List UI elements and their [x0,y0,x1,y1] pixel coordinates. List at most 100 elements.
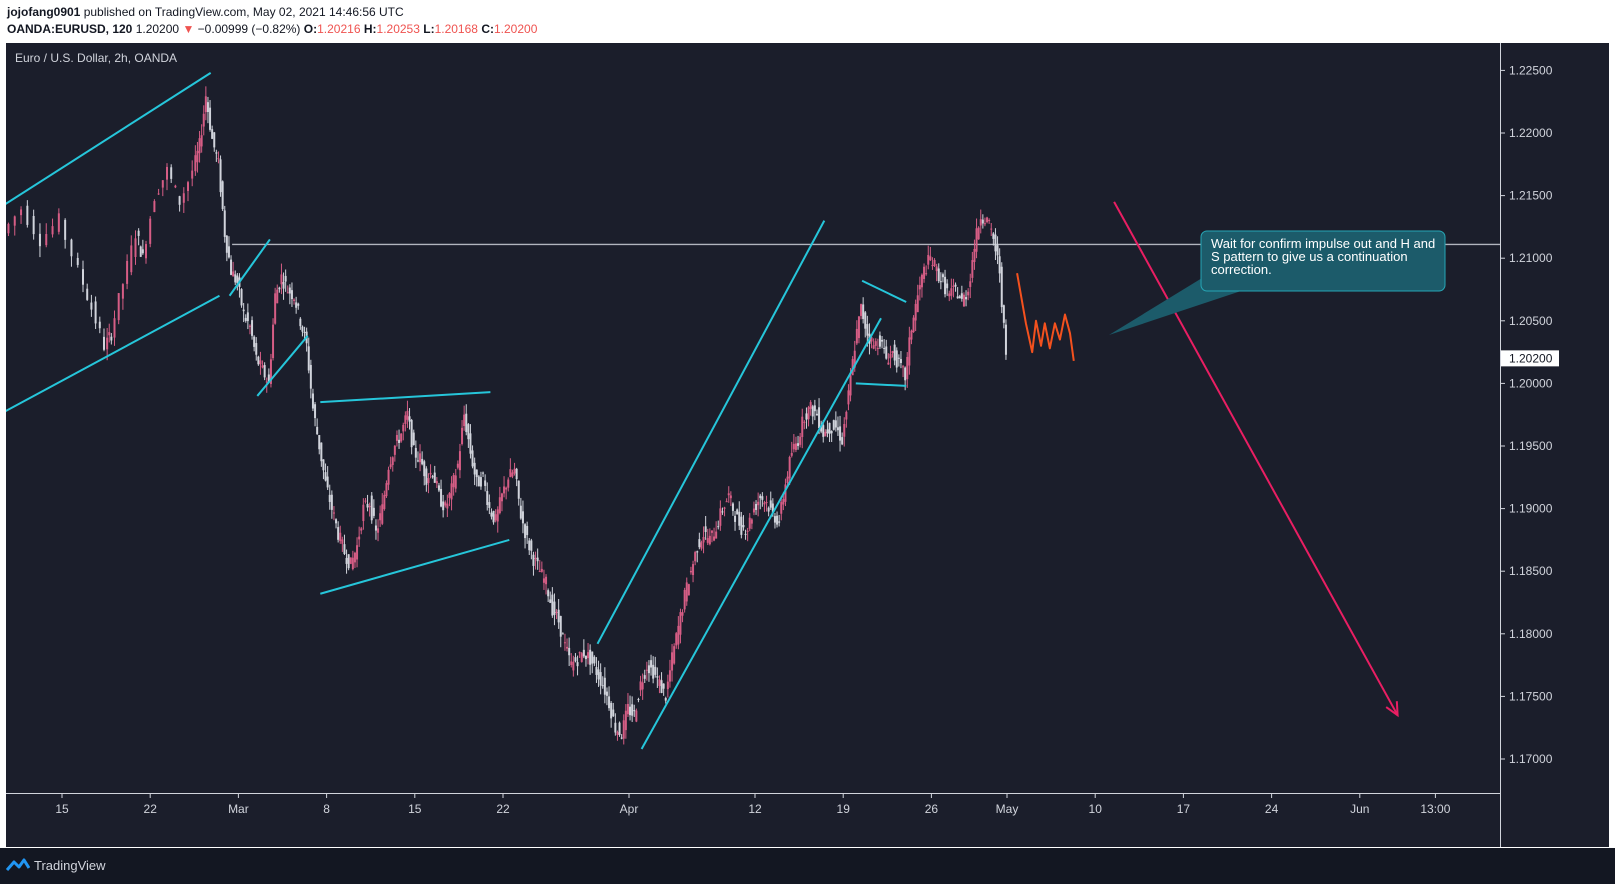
candle-body [685,582,688,602]
candle-body [366,503,369,508]
candle-body [297,303,300,306]
candle-body [196,150,199,163]
candle-body [517,480,520,499]
symbol-label: OANDA:EURUSD, 120 [7,22,133,36]
y-tick-label: 1.18000 [1509,627,1553,641]
candle-body [341,539,344,544]
candle-body [618,722,621,736]
candle-body [830,430,833,434]
candle-body [799,436,802,445]
candle-body [826,429,829,434]
chart-area[interactable]: 1.22500 1.22000 1.21500 1.21000 1.20500 1.200… [6,43,1609,847]
candle-body [170,167,173,179]
candle-body [458,451,461,471]
candle-body [654,666,657,675]
candle-body [656,676,659,678]
candle-body [597,669,600,680]
candle-body [666,681,669,690]
candle-body [876,348,879,350]
x-tick-label: 22 [496,802,510,816]
candle-body [477,476,480,487]
candle-body [314,404,317,419]
candle-body [347,554,350,569]
candle-body [385,483,388,497]
candle-body [769,500,772,508]
candle-body [358,536,361,540]
candle-body [521,511,524,524]
candle-body [584,655,587,660]
candle-body [878,335,881,347]
y-tick-label: 1.17000 [1509,752,1553,766]
author-name[interactable]: jojofang0901 [7,5,80,19]
candle-body [967,291,970,296]
chart-background [6,43,1609,847]
candle-body [248,325,251,327]
candle-body [805,413,808,420]
candle-body [362,504,365,522]
candle-body [206,102,209,113]
price-chart[interactable]: 1.22500 1.22000 1.21500 1.21000 1.20500 1.200… [6,43,1609,847]
candle-body [26,205,29,225]
candle-body [461,427,464,444]
candle-body [395,435,398,441]
candle-body [456,463,459,468]
candle-body [377,528,380,533]
candle-body [202,113,205,127]
candle-body [780,502,783,514]
candle-body [637,699,640,701]
candle-body [763,502,766,505]
tradingview-logo-icon[interactable] [5,857,31,876]
candle-body [450,483,453,500]
candle-body [280,274,283,285]
candle-body [626,703,629,715]
candle-body [624,710,627,731]
candle-body [860,304,863,316]
candle-body [807,407,810,420]
candle-body [752,508,755,513]
y-tick-label: 1.19000 [1509,502,1553,516]
candle-body [979,219,982,226]
candle-body [383,494,386,510]
candle-body [496,509,499,522]
candle-body [839,426,842,441]
candle-body [759,495,762,499]
candle-body [633,710,636,712]
candle-body [973,248,976,263]
candle-body [679,612,682,635]
candle-body [246,312,249,322]
candle-body [612,709,615,717]
chart-title: Euro / U.S. Dollar, 2h, OANDA [15,51,177,65]
candle-body [134,238,137,257]
candle-body [822,425,825,437]
candle-body [435,481,438,484]
candle-body [316,426,319,435]
candle-body [939,281,942,283]
candle-body [673,646,676,664]
candle-body [421,458,424,465]
candle-body [230,259,233,275]
candle-body [161,180,164,188]
candle-body [694,552,697,562]
candle-body [616,732,619,735]
candle-body [668,670,671,682]
candle-body [545,576,548,585]
candle-body [843,424,846,437]
candle-body [414,447,417,458]
candle-body [330,494,333,510]
candle-body [587,652,590,659]
candle-body [981,219,984,224]
candle-body [1000,266,1003,308]
candle-body [946,283,949,289]
candle-body [740,516,743,535]
candle-body [240,289,243,306]
candle-body [351,557,354,570]
candle-body [500,493,503,502]
candle-body [191,170,194,179]
candle-body [257,356,260,365]
candle-body [828,422,831,434]
candle-body [320,442,323,462]
footer-brand[interactable]: TradingView [34,858,106,873]
candle-body [272,324,275,359]
candle-body [792,443,795,450]
candle-body [524,524,527,539]
